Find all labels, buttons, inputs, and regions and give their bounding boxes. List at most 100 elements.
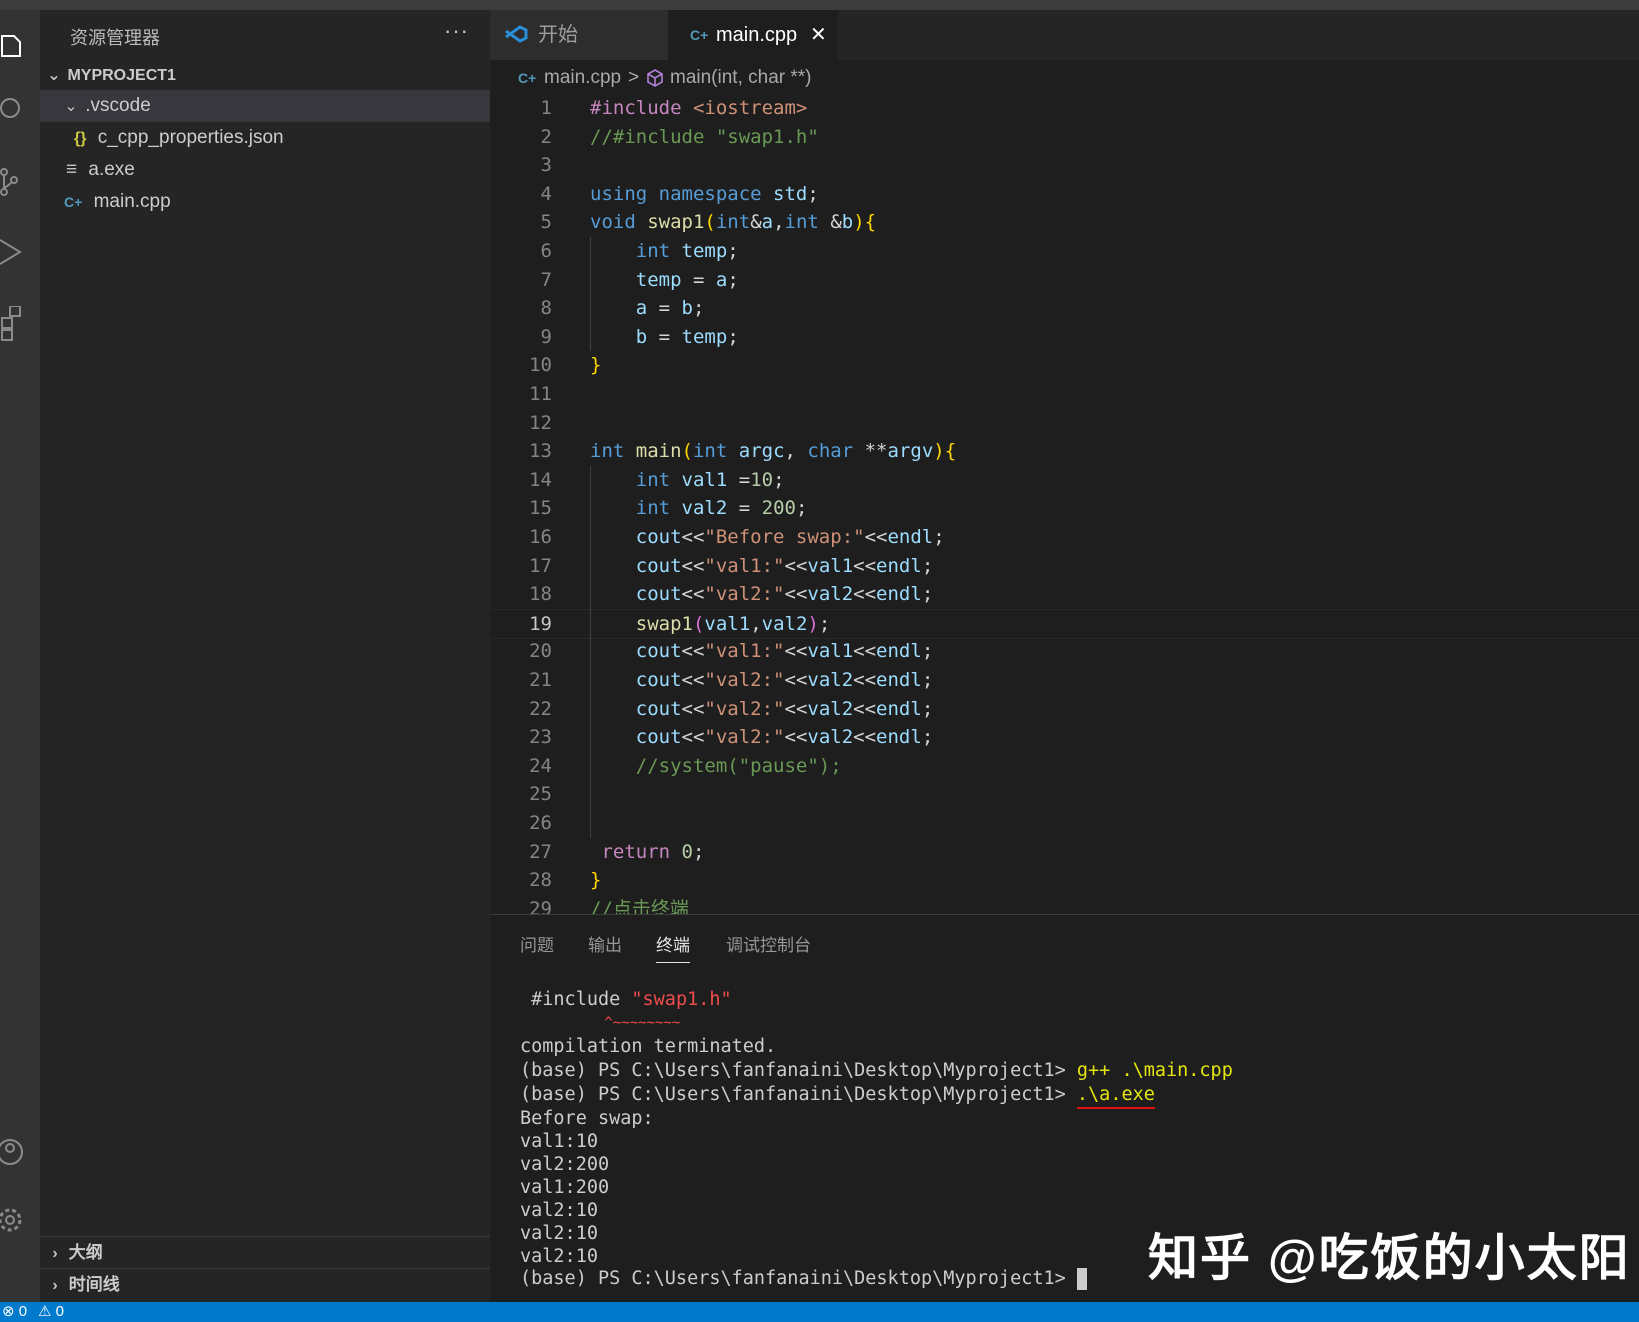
code-line[interactable]: 21 cout<<"val2:"<<val2<<endl; (490, 666, 1639, 695)
exe-file-icon: ≡ (66, 159, 78, 180)
code-text: //system("pause"); (635, 754, 842, 777)
code-text: return 0; (601, 840, 705, 863)
code-line[interactable]: 7 temp = a; (490, 266, 1639, 295)
explorer-title: 资源管理器 (70, 28, 160, 48)
code-line[interactable]: 17 cout<<"val1:"<<val1<<endl; (490, 552, 1639, 581)
code-line[interactable]: 27 return 0; (490, 838, 1639, 867)
line-number: 16 (529, 526, 552, 548)
panel-tab-problems[interactable]: 问题 (520, 931, 554, 956)
line-number: 3 (540, 154, 552, 177)
code-line[interactable]: 1 #include <iostream> (490, 94, 1639, 123)
terminal-line: val2:200 (520, 1154, 610, 1175)
tree-item-main-cpp[interactable]: C+ main.cpp (40, 186, 490, 218)
window-top-bar (0, 0, 1639, 10)
code-line[interactable]: 3 (490, 151, 1639, 180)
line-number: 11 (529, 383, 552, 405)
code-line[interactable]: 15 int val2 = 200; (490, 494, 1639, 523)
chevron-right-icon: › (52, 1277, 58, 1294)
code-line[interactable]: 13 int main(int argc, char **argv){ (490, 437, 1639, 466)
code-text: } (590, 354, 602, 377)
settings-gear-icon[interactable] (0, 1200, 40, 1240)
code-text: a = b; (635, 297, 705, 320)
code-line[interactable]: 24 //system("pause"); (490, 752, 1639, 781)
terminal-squiggle: ^~~~~~~~~ (520, 1015, 681, 1031)
extensions-icon[interactable] (0, 305, 40, 346)
code-line[interactable]: 20 cout<<"val1:"<<val1<<endl; (490, 637, 1639, 666)
tree-item-a-exe[interactable]: ≡ a.exe (40, 154, 490, 186)
line-number: 20 (529, 640, 552, 663)
code-line[interactable]: 25 (490, 780, 1639, 809)
terminal-line: val1:200 (520, 1177, 610, 1198)
run-debug-icon[interactable] (0, 236, 40, 276)
breadcrumb-symbol[interactable]: main(int, char **) (670, 62, 812, 94)
explorer-icon[interactable] (0, 28, 40, 68)
tab-label: main.cpp (716, 24, 798, 46)
line-number: 10 (529, 354, 552, 377)
code-line[interactable]: 2 //#include "swap1.h" (490, 123, 1639, 152)
editor-tab-bar: 开始 C+ main.cpp ✕ (490, 10, 1639, 60)
project-folder[interactable]: ⌄ MYPROJECT1 (40, 60, 490, 92)
line-number: 17 (529, 554, 552, 577)
breadcrumb-separator: > (628, 67, 640, 88)
code-line[interactable]: 4 using namespace std; (490, 180, 1639, 209)
code-text: int main(int argc, char **argv){ (590, 440, 957, 463)
line-number: 2 (540, 125, 552, 148)
line-number: 23 (529, 726, 552, 749)
tree-item-vscode[interactable]: ⌄ .vscode (40, 90, 490, 122)
watermark: 知乎 @吃饭的小太阳 (1148, 1230, 1631, 1286)
project-folder-label: MYPROJECT1 (67, 67, 176, 84)
code-line[interactable]: 22 cout<<"val2:"<<val2<<endl; (490, 695, 1639, 724)
code-line[interactable]: 14 int val1 =10; (490, 466, 1639, 495)
code-line[interactable]: 26 (490, 809, 1639, 838)
code-line[interactable]: 28} (490, 866, 1639, 895)
status-bar: ⊗ 0 ⚠ 0 (0, 1302, 1639, 1322)
tab-main-cpp[interactable]: C+ main.cpp ✕ (668, 10, 838, 60)
panel-tab-debug-console[interactable]: 调试控制台 (726, 931, 811, 956)
code-line[interactable]: 18 cout<<"val2:"<<val2<<endl; (490, 580, 1639, 609)
code-line[interactable]: 10} (490, 351, 1639, 380)
panel-tab-terminal[interactable]: 终端 (656, 931, 690, 963)
code-text: } (590, 869, 602, 892)
panel-tab-output[interactable]: 输出 (588, 931, 622, 956)
code-line[interactable]: 11 (490, 380, 1639, 409)
status-errors[interactable]: ⊗ 0 (2, 1302, 27, 1322)
line-number: 29 (529, 897, 552, 914)
code-line[interactable]: 5 void swap1(int&a,int &b){ (490, 208, 1639, 237)
code-text: //#include "swap1.h" (590, 125, 819, 148)
tab-welcome[interactable]: 开始 (490, 10, 668, 60)
terminal-line: (base) PS C:\Users\fanfanaini\Desktop\My… (520, 1267, 1087, 1291)
more-actions-icon[interactable]: ··· (444, 18, 469, 44)
code-line[interactable]: 16 cout<<"Before swap:"<<endl; (490, 523, 1639, 552)
close-icon[interactable]: ✕ (810, 10, 827, 60)
code-editor[interactable]: 1 #include <iostream> 2 //#include "swap1.h… (490, 94, 1639, 914)
code-line[interactable]: 19 swap1(val1,val2); (490, 608, 1639, 640)
account-icon[interactable] (0, 1132, 40, 1172)
tree-item-label: .vscode (85, 95, 151, 116)
code-text: temp = a; (635, 268, 739, 291)
line-number: 12 (529, 411, 552, 434)
code-line[interactable]: 23 cout<<"val2:"<<val2<<endl; (490, 723, 1639, 752)
source-control-icon[interactable] (0, 166, 40, 206)
line-number: 6 (540, 240, 552, 262)
chevron-down-icon: ⌄ (64, 98, 78, 115)
code-line[interactable]: 6 int temp; (490, 237, 1639, 266)
code-text: cout<<"Before swap:"<<endl; (635, 526, 945, 548)
line-number: 27 (529, 840, 552, 863)
code-line[interactable]: 9 b = temp; (490, 323, 1639, 352)
terminal-line: Before swap: (520, 1108, 654, 1129)
line-number: 7 (540, 268, 552, 291)
code-line[interactable]: 8 a = b; (490, 294, 1639, 323)
json-file-icon: {} (74, 130, 87, 147)
outline-section[interactable]: › 大纲 (40, 1236, 490, 1269)
search-icon[interactable] (0, 96, 40, 136)
tree-item-c-cpp-properties[interactable]: {} c_cpp_properties.json (40, 122, 490, 154)
code-line[interactable]: 12 (490, 409, 1639, 438)
indent-guide (590, 237, 591, 352)
code-line[interactable]: 29 //点击终端 (490, 895, 1639, 914)
cpp-file-icon: C+ (690, 27, 709, 43)
cpp-file-icon: C+ (518, 70, 537, 86)
terminal-command: .\a.exe (1076, 1084, 1155, 1109)
status-warnings[interactable]: ⚠ 0 (38, 1302, 64, 1322)
timeline-section[interactable]: › 时间线 (40, 1268, 490, 1301)
breadcrumb-file[interactable]: main.cpp (544, 62, 621, 94)
